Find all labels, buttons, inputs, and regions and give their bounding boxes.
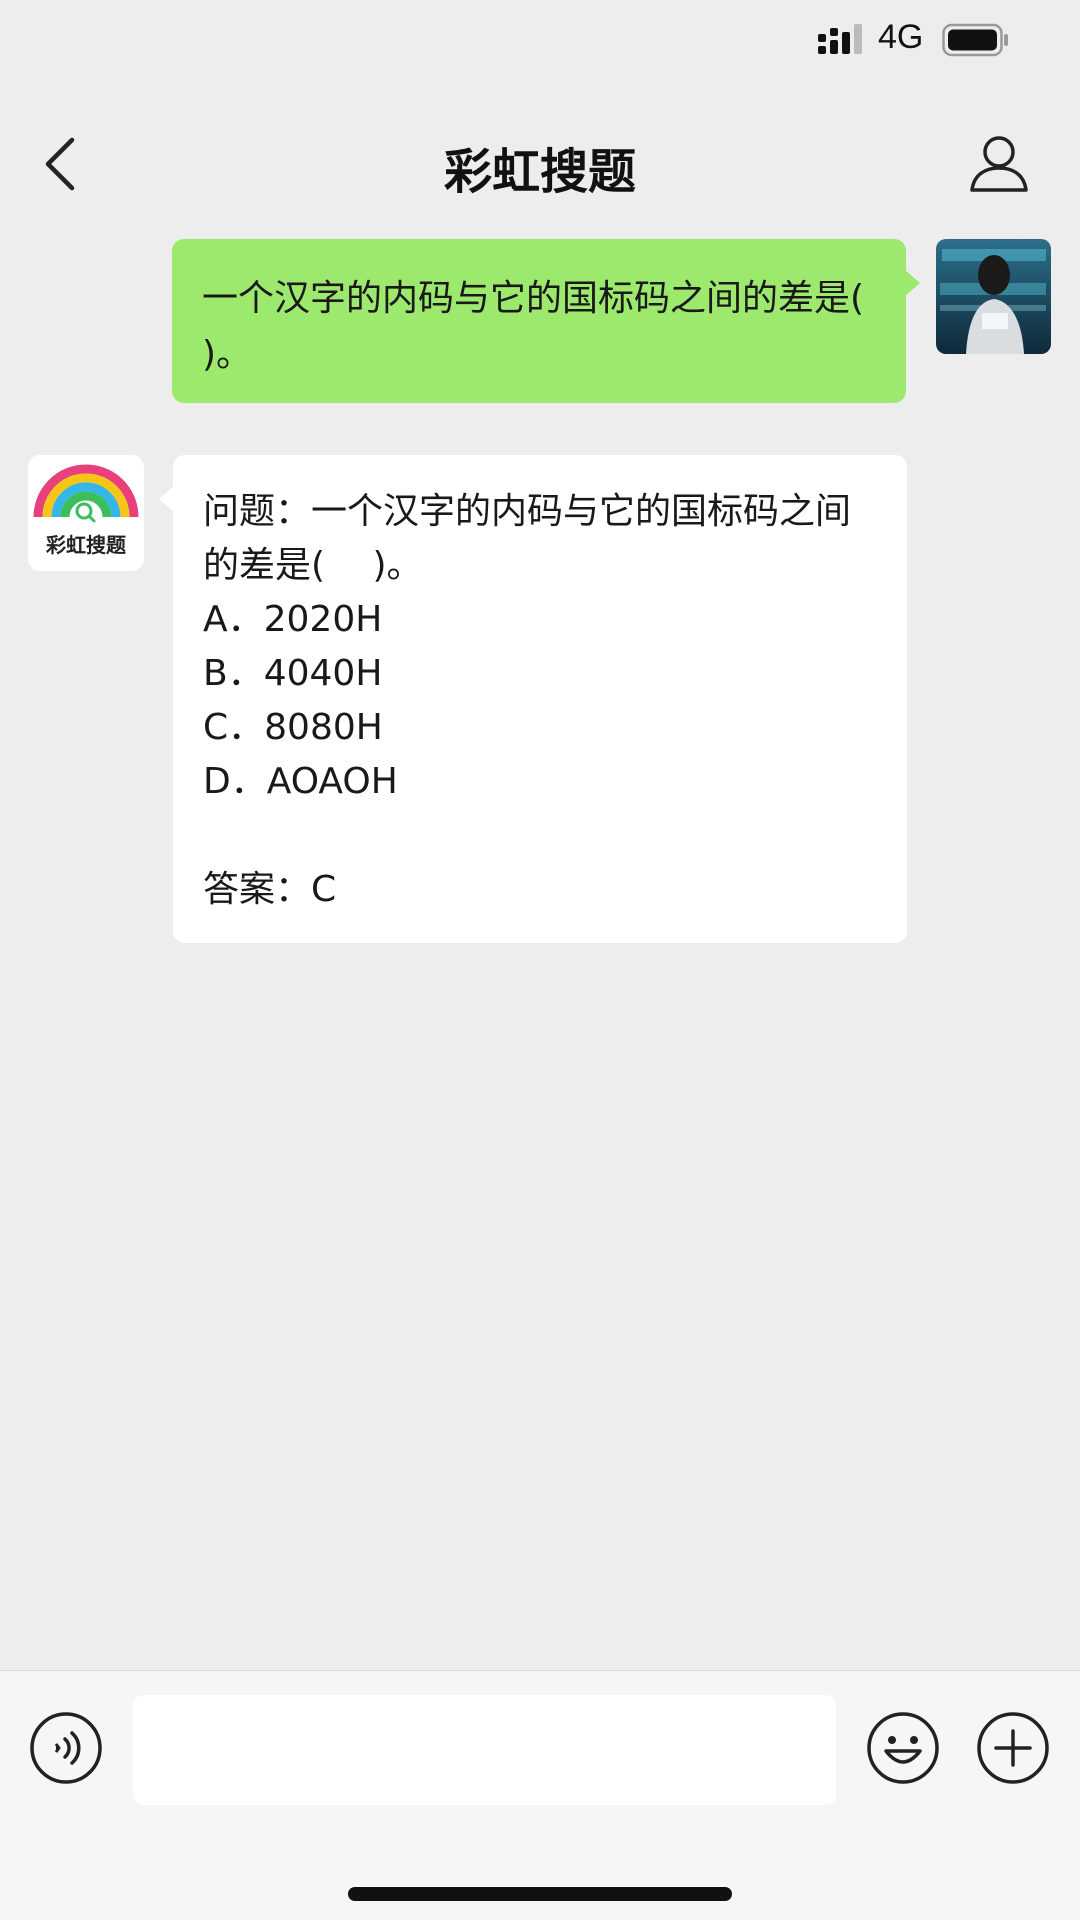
option-b: B．4040H bbox=[203, 653, 383, 694]
bot-message-bubble[interactable]: 问题：一个汉字的内码与它的国标码之间 的差是( )。 A．2020H B．404… bbox=[159, 455, 907, 943]
option-d: D．AOAOH bbox=[203, 761, 398, 802]
voice-icon[interactable] bbox=[29, 1711, 103, 1785]
bot-avatar[interactable]: 彩虹搜题 bbox=[28, 455, 144, 571]
user-avatar[interactable] bbox=[936, 239, 1051, 354]
status-bar: 4G bbox=[0, 0, 1080, 80]
page-title: 彩虹搜题 bbox=[443, 144, 636, 200]
signal-icon bbox=[818, 24, 862, 54]
answer-text: 答案：C bbox=[203, 869, 337, 910]
battery-icon bbox=[942, 23, 1008, 57]
message-line: 的差是( )。 bbox=[203, 545, 423, 586]
option-a: A．2020H bbox=[203, 599, 383, 640]
message-input[interactable] bbox=[133, 1695, 836, 1805]
plus-icon[interactable] bbox=[976, 1711, 1050, 1785]
network-label: 4G bbox=[878, 18, 924, 56]
bot-avatar-label: 彩虹搜题 bbox=[46, 533, 126, 557]
home-indicator bbox=[348, 1887, 732, 1901]
emoji-icon[interactable] bbox=[866, 1711, 940, 1785]
rainbow-logo-icon bbox=[33, 464, 139, 523]
option-c: C．8080H bbox=[203, 707, 383, 748]
user-message-text: 一个汉字的内码与它的国标码之间的差是( )。 bbox=[202, 278, 912, 375]
input-bar bbox=[0, 1670, 1080, 1920]
chat-screen: 4G 彩虹搜题 一个汉字的内码与它的国标码之间的差是( )。 彩虹搜题 问题：一… bbox=[0, 0, 1080, 1920]
person-icon[interactable] bbox=[968, 132, 1030, 194]
user-avatar-image bbox=[936, 239, 1051, 354]
nav-bar: 彩虹搜题 bbox=[0, 110, 1080, 210]
user-message-bubble[interactable]: 一个汉字的内码与它的国标码之间的差是( )。 bbox=[172, 239, 920, 403]
message-line: 问题：一个汉字的内码与它的国标码之间 bbox=[203, 491, 852, 532]
